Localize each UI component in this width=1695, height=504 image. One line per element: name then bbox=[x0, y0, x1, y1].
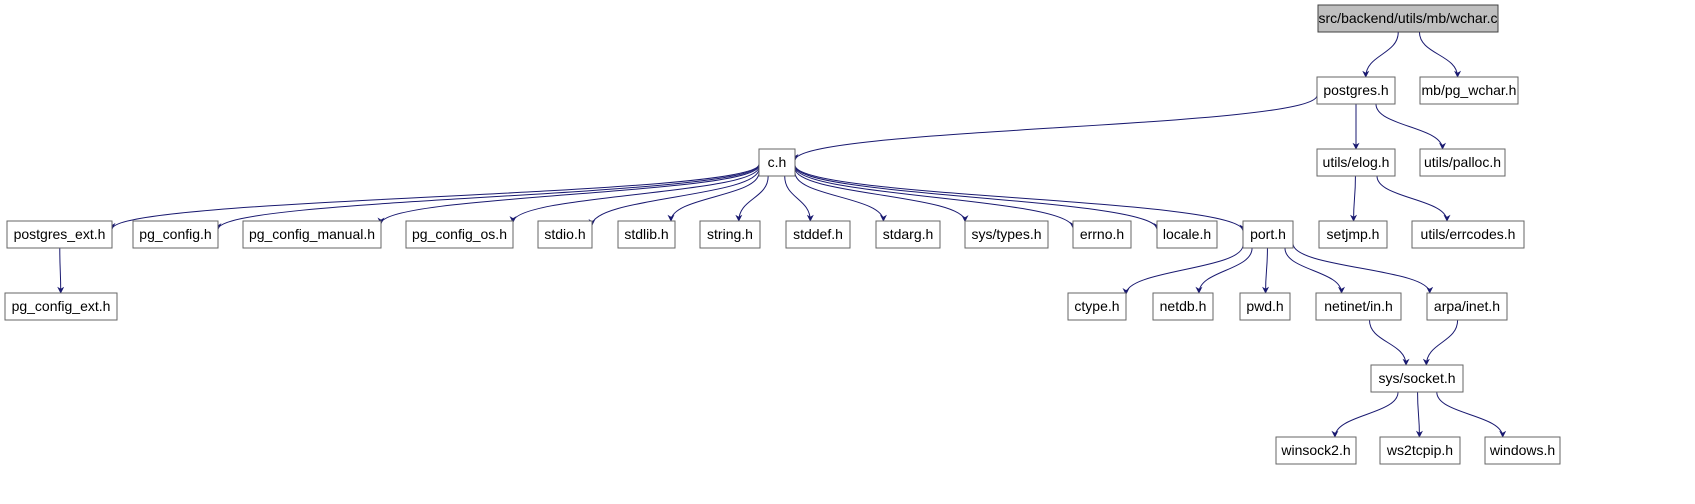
node-ws2tcpip_h[interactable]: ws2tcpip.h bbox=[1380, 437, 1460, 464]
node-utils_palloc_h[interactable]: utils/palloc.h bbox=[1420, 149, 1505, 176]
node-windows_h[interactable]: windows.h bbox=[1485, 437, 1560, 464]
node-label-utils_palloc_h: utils/palloc.h bbox=[1424, 154, 1501, 170]
edge-c_h-to-locale_h bbox=[795, 166, 1157, 230]
node-setjmp_h[interactable]: setjmp.h bbox=[1319, 221, 1387, 248]
node-postgres_h[interactable]: postgres.h bbox=[1317, 77, 1395, 104]
node-stddef_h[interactable]: stddef.h bbox=[786, 221, 850, 248]
edge-postgres_h-to-c_h bbox=[795, 95, 1317, 160]
node-label-utils_elog_h: utils/elog.h bbox=[1323, 154, 1390, 170]
node-label-ws2tcpip_h: ws2tcpip.h bbox=[1386, 442, 1453, 458]
node-ctype_h[interactable]: ctype.h bbox=[1068, 293, 1126, 320]
node-label-errno_h: errno.h bbox=[1080, 226, 1124, 242]
node-label-stddef_h: stddef.h bbox=[793, 226, 843, 242]
node-label-pg_config_h: pg_config.h bbox=[139, 226, 211, 242]
node-label-ctype_h: ctype.h bbox=[1074, 298, 1119, 314]
edge-c_h-to-string_h bbox=[739, 176, 768, 221]
edge-c_h-to-errno_h bbox=[795, 166, 1073, 228]
node-label-stdio_h: stdio.h bbox=[544, 226, 585, 242]
edge-root-to-postgres_h bbox=[1366, 32, 1399, 77]
node-errno_h[interactable]: errno.h bbox=[1073, 221, 1131, 248]
node-stdio_h[interactable]: stdio.h bbox=[538, 221, 592, 248]
dependency-graph: src/backend/utils/mb/wchar.c postgres.h mb… bbox=[0, 0, 1695, 504]
node-netinet_in_h[interactable]: netinet/in.h bbox=[1316, 293, 1401, 320]
edge-port_h-to-netinet_in_h bbox=[1285, 248, 1342, 293]
node-label-netinet_in_h: netinet/in.h bbox=[1324, 298, 1393, 314]
edge-utils_elog_h-to-utils_errcodes_h bbox=[1377, 176, 1447, 221]
node-label-mbpgwchar_h: mb/pg_wchar.h bbox=[1422, 82, 1517, 98]
edge-port_h-to-netdb_h bbox=[1199, 248, 1252, 293]
node-label-utils_errcodes_h: utils/errcodes.h bbox=[1421, 226, 1516, 242]
node-pg_config_ext_h[interactable]: pg_config_ext.h bbox=[5, 293, 117, 320]
node-c_h[interactable]: c.h bbox=[759, 149, 795, 176]
node-string_h[interactable]: string.h bbox=[700, 221, 760, 248]
node-arpa_inet_h[interactable]: arpa/inet.h bbox=[1427, 293, 1507, 320]
node-label-string_h: string.h bbox=[707, 226, 753, 242]
node-utils_errcodes_h[interactable]: utils/errcodes.h bbox=[1412, 221, 1524, 248]
node-pg_config_manual_h[interactable]: pg_config_manual.h bbox=[243, 221, 381, 248]
node-label-setjmp_h: setjmp.h bbox=[1327, 226, 1380, 242]
node-sys_socket_h[interactable]: sys/socket.h bbox=[1371, 365, 1463, 392]
edge-postgres_h-to-utils_palloc_h bbox=[1376, 104, 1443, 149]
node-port_h[interactable]: port.h bbox=[1243, 221, 1293, 248]
node-sys_types_h[interactable]: sys/types.h bbox=[965, 221, 1048, 248]
edge-c_h-to-stdlib_h bbox=[671, 172, 759, 221]
node-label-c_h: c.h bbox=[768, 154, 787, 170]
node-label-postgres_ext_h: postgres_ext.h bbox=[14, 226, 106, 242]
node-label-stdlib_h: stdlib.h bbox=[624, 226, 668, 242]
node-label-sys_socket_h: sys/socket.h bbox=[1378, 370, 1455, 386]
edge-sys_socket_h-to-ws2tcpip_h bbox=[1418, 392, 1420, 437]
node-label-locale_h: locale.h bbox=[1163, 226, 1211, 242]
node-locale_h[interactable]: locale.h bbox=[1157, 221, 1217, 248]
edge-sys_socket_h-to-winsock2_h bbox=[1335, 392, 1398, 437]
node-stdlib_h[interactable]: stdlib.h bbox=[618, 221, 675, 248]
node-label-windows_h: windows.h bbox=[1489, 442, 1555, 458]
node-root[interactable]: src/backend/utils/mb/wchar.c bbox=[1318, 5, 1498, 32]
node-pg_config_os_h[interactable]: pg_config_os.h bbox=[406, 221, 513, 248]
edge-port_h-to-ctype_h bbox=[1126, 245, 1243, 294]
node-label-winsock2_h: winsock2.h bbox=[1280, 442, 1350, 458]
node-label-port_h: port.h bbox=[1250, 226, 1286, 242]
node-label-netdb_h: netdb.h bbox=[1160, 298, 1207, 314]
node-label-pg_config_os_h: pg_config_os.h bbox=[412, 226, 507, 242]
node-label-arpa_inet_h: arpa/inet.h bbox=[1434, 298, 1500, 314]
edge-root-to-mbpgwchar_h bbox=[1419, 32, 1457, 77]
node-mbpgwchar_h[interactable]: mb/pg_wchar.h bbox=[1420, 77, 1518, 104]
node-utils_elog_h[interactable]: utils/elog.h bbox=[1317, 149, 1395, 176]
edge-utils_elog_h-to-setjmp_h bbox=[1354, 176, 1356, 221]
edge-netinet_in_h-to-sys_socket_h bbox=[1369, 320, 1406, 365]
edge-postgres_ext_h-to-pg_config_ext_h bbox=[60, 248, 61, 293]
node-label-pwd_h: pwd.h bbox=[1246, 298, 1283, 314]
node-label-sys_types_h: sys/types.h bbox=[971, 226, 1041, 242]
node-pg_config_h[interactable]: pg_config.h bbox=[133, 221, 218, 248]
node-postgres_ext_h[interactable]: postgres_ext.h bbox=[7, 221, 112, 248]
node-label-pg_config_ext_h: pg_config_ext.h bbox=[12, 298, 111, 314]
edge-port_h-to-arpa_inet_h bbox=[1293, 244, 1430, 293]
node-pwd_h[interactable]: pwd.h bbox=[1240, 293, 1290, 320]
node-winsock2_h[interactable]: winsock2.h bbox=[1276, 437, 1356, 464]
edge-sys_socket_h-to-windows_h bbox=[1437, 392, 1503, 437]
node-label-stdarg_h: stdarg.h bbox=[883, 226, 934, 242]
edge-port_h-to-pwd_h bbox=[1266, 248, 1268, 293]
node-label-root: src/backend/utils/mb/wchar.c bbox=[1319, 10, 1498, 26]
edge-c_h-to-pg_config_manual_h bbox=[381, 165, 759, 224]
edge-arpa_inet_h-to-sys_socket_h bbox=[1426, 320, 1457, 365]
node-netdb_h[interactable]: netdb.h bbox=[1153, 293, 1213, 320]
node-stdarg_h[interactable]: stdarg.h bbox=[876, 221, 940, 248]
node-label-postgres_h: postgres.h bbox=[1323, 82, 1388, 98]
edge-c_h-to-postgres_ext_h bbox=[112, 164, 759, 229]
edge-c_h-to-stddef_h bbox=[785, 176, 811, 221]
node-label-pg_config_manual_h: pg_config_manual.h bbox=[249, 226, 375, 242]
